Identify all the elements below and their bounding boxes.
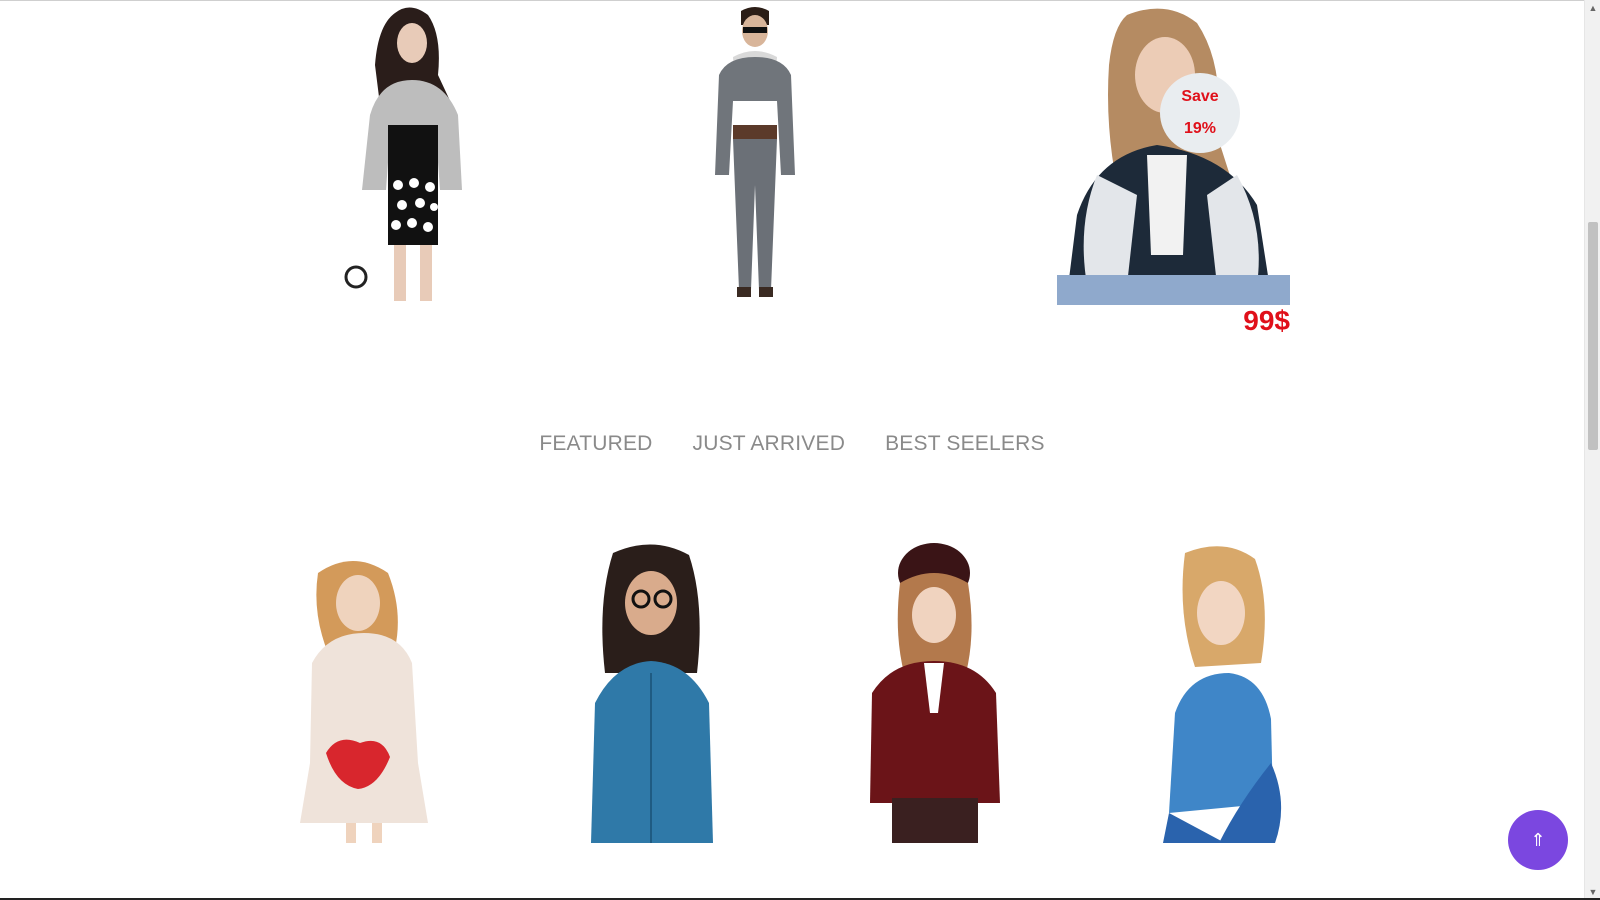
vertical-scrollbar[interactable]: ▲ ▼ — [1584, 0, 1600, 900]
product-image-man-grey-suit[interactable] — [705, 5, 805, 305]
top-divider — [0, 0, 1584, 1]
product-price: 99$ — [1243, 305, 1290, 336]
product-tabs: FEATURED JUST ARRIVED BEST SEELERS — [0, 432, 1584, 456]
product-image-woman-white-dress[interactable] — [298, 553, 433, 843]
tab-featured[interactable]: FEATURED — [539, 432, 652, 456]
page: Save 19% 99$ FEATURED JUST ARRIVED BEST … — [0, 0, 1584, 900]
scroll-up-arrow-icon[interactable]: ▲ — [1585, 0, 1600, 16]
back-to-top-button[interactable]: ⇑ — [1508, 810, 1568, 870]
discount-badge-label: Save — [1181, 88, 1219, 105]
tab-just-arrived[interactable]: JUST ARRIVED — [693, 432, 846, 456]
product-image-woman-bomber-jacket[interactable] — [1057, 5, 1290, 305]
product-image-woman-red-jacket-hat[interactable] — [868, 543, 1003, 843]
discount-badge-value: 19% — [1183, 120, 1217, 137]
discount-badge: Save 19% — [1160, 73, 1240, 153]
tab-best-sellers[interactable]: BEST SEELERS — [885, 432, 1045, 456]
product-image-woman-blue-top[interactable] — [1155, 543, 1290, 843]
scrollbar-thumb[interactable] — [1588, 222, 1598, 450]
product-image-woman-polka-dot[interactable] — [340, 5, 475, 305]
double-arrow-up-icon: ⇑ — [1530, 829, 1546, 850]
product-image-woman-denim-shirt[interactable] — [585, 543, 720, 843]
